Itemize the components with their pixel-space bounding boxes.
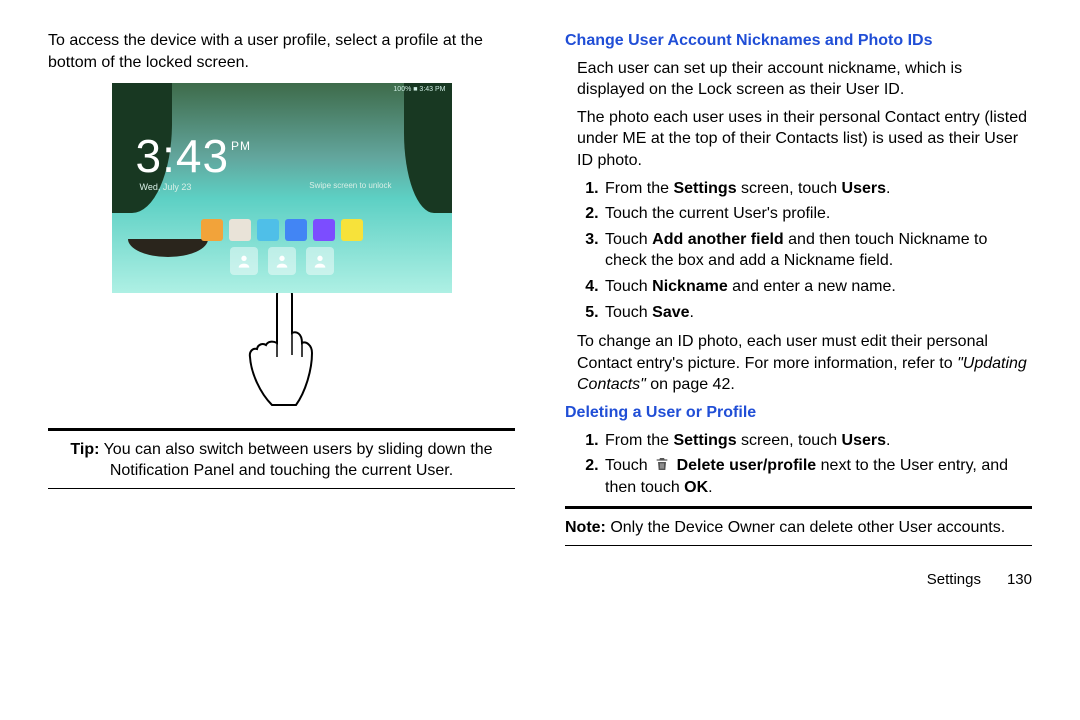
left-column: To access the device with a user profile… (48, 30, 515, 590)
swipe-hint: Swipe screen to unlock (309, 181, 391, 192)
app-tile (313, 219, 335, 241)
divider (565, 545, 1032, 546)
app-tile-row (201, 219, 363, 241)
boat-graphic (128, 239, 208, 257)
user-avatar (306, 247, 334, 275)
step: From the Settings screen, touch Users. (603, 430, 1032, 452)
nickname-steps: From the Settings screen, touch Users. T… (565, 178, 1032, 324)
date: Wed, July 23 (140, 181, 192, 193)
app-tile (201, 219, 223, 241)
page-footer: Settings 130 (565, 570, 1032, 590)
right-column: Change User Account Nicknames and Photo … (565, 30, 1032, 590)
trash-icon (654, 456, 670, 472)
status-bar: 100% ■ 3:43 PM (393, 85, 445, 94)
clock: 3:43PM (136, 125, 252, 187)
delete-steps: From the Settings screen, touch Users. T… (565, 430, 1032, 499)
step: Touch Add another field and then touch N… (603, 229, 1032, 272)
user-avatar (230, 247, 258, 275)
note-block: Note: Only the Device Owner can delete o… (565, 517, 1032, 539)
user-profile-row (230, 247, 334, 275)
tip-block: Tip: You can also switch between users b… (48, 439, 515, 482)
divider (565, 506, 1032, 509)
heading-deleting: Deleting a User or Profile (565, 402, 1032, 424)
app-tile (229, 219, 251, 241)
page-number: 130 (1007, 571, 1032, 588)
step: Touch Delete user/profile next to the Us… (603, 455, 1032, 498)
app-tile (341, 219, 363, 241)
paragraph: The photo each user uses in their person… (577, 107, 1032, 172)
intro-text: To access the device with a user profile… (48, 30, 515, 73)
user-avatar (268, 247, 296, 275)
divider (48, 488, 515, 489)
step: Touch Save. (603, 302, 1032, 324)
section-name: Settings (927, 571, 981, 588)
step: Touch the current User's profile. (603, 203, 1032, 225)
paragraph: To change an ID photo, each user must ed… (577, 331, 1032, 396)
app-tile (257, 219, 279, 241)
app-tile (285, 219, 307, 241)
paragraph: Each user can set up their account nickn… (577, 58, 1032, 101)
pointing-hand-graphic (48, 283, 515, 420)
step: Touch Nickname and enter a new name. (603, 276, 1032, 298)
divider (48, 428, 515, 431)
step: From the Settings screen, touch Users. (603, 178, 1032, 200)
heading-nicknames: Change User Account Nicknames and Photo … (565, 30, 1032, 52)
lockscreen-illustration: 100% ■ 3:43 PM 3:43PM Wed, July 23 Swipe… (112, 83, 452, 293)
